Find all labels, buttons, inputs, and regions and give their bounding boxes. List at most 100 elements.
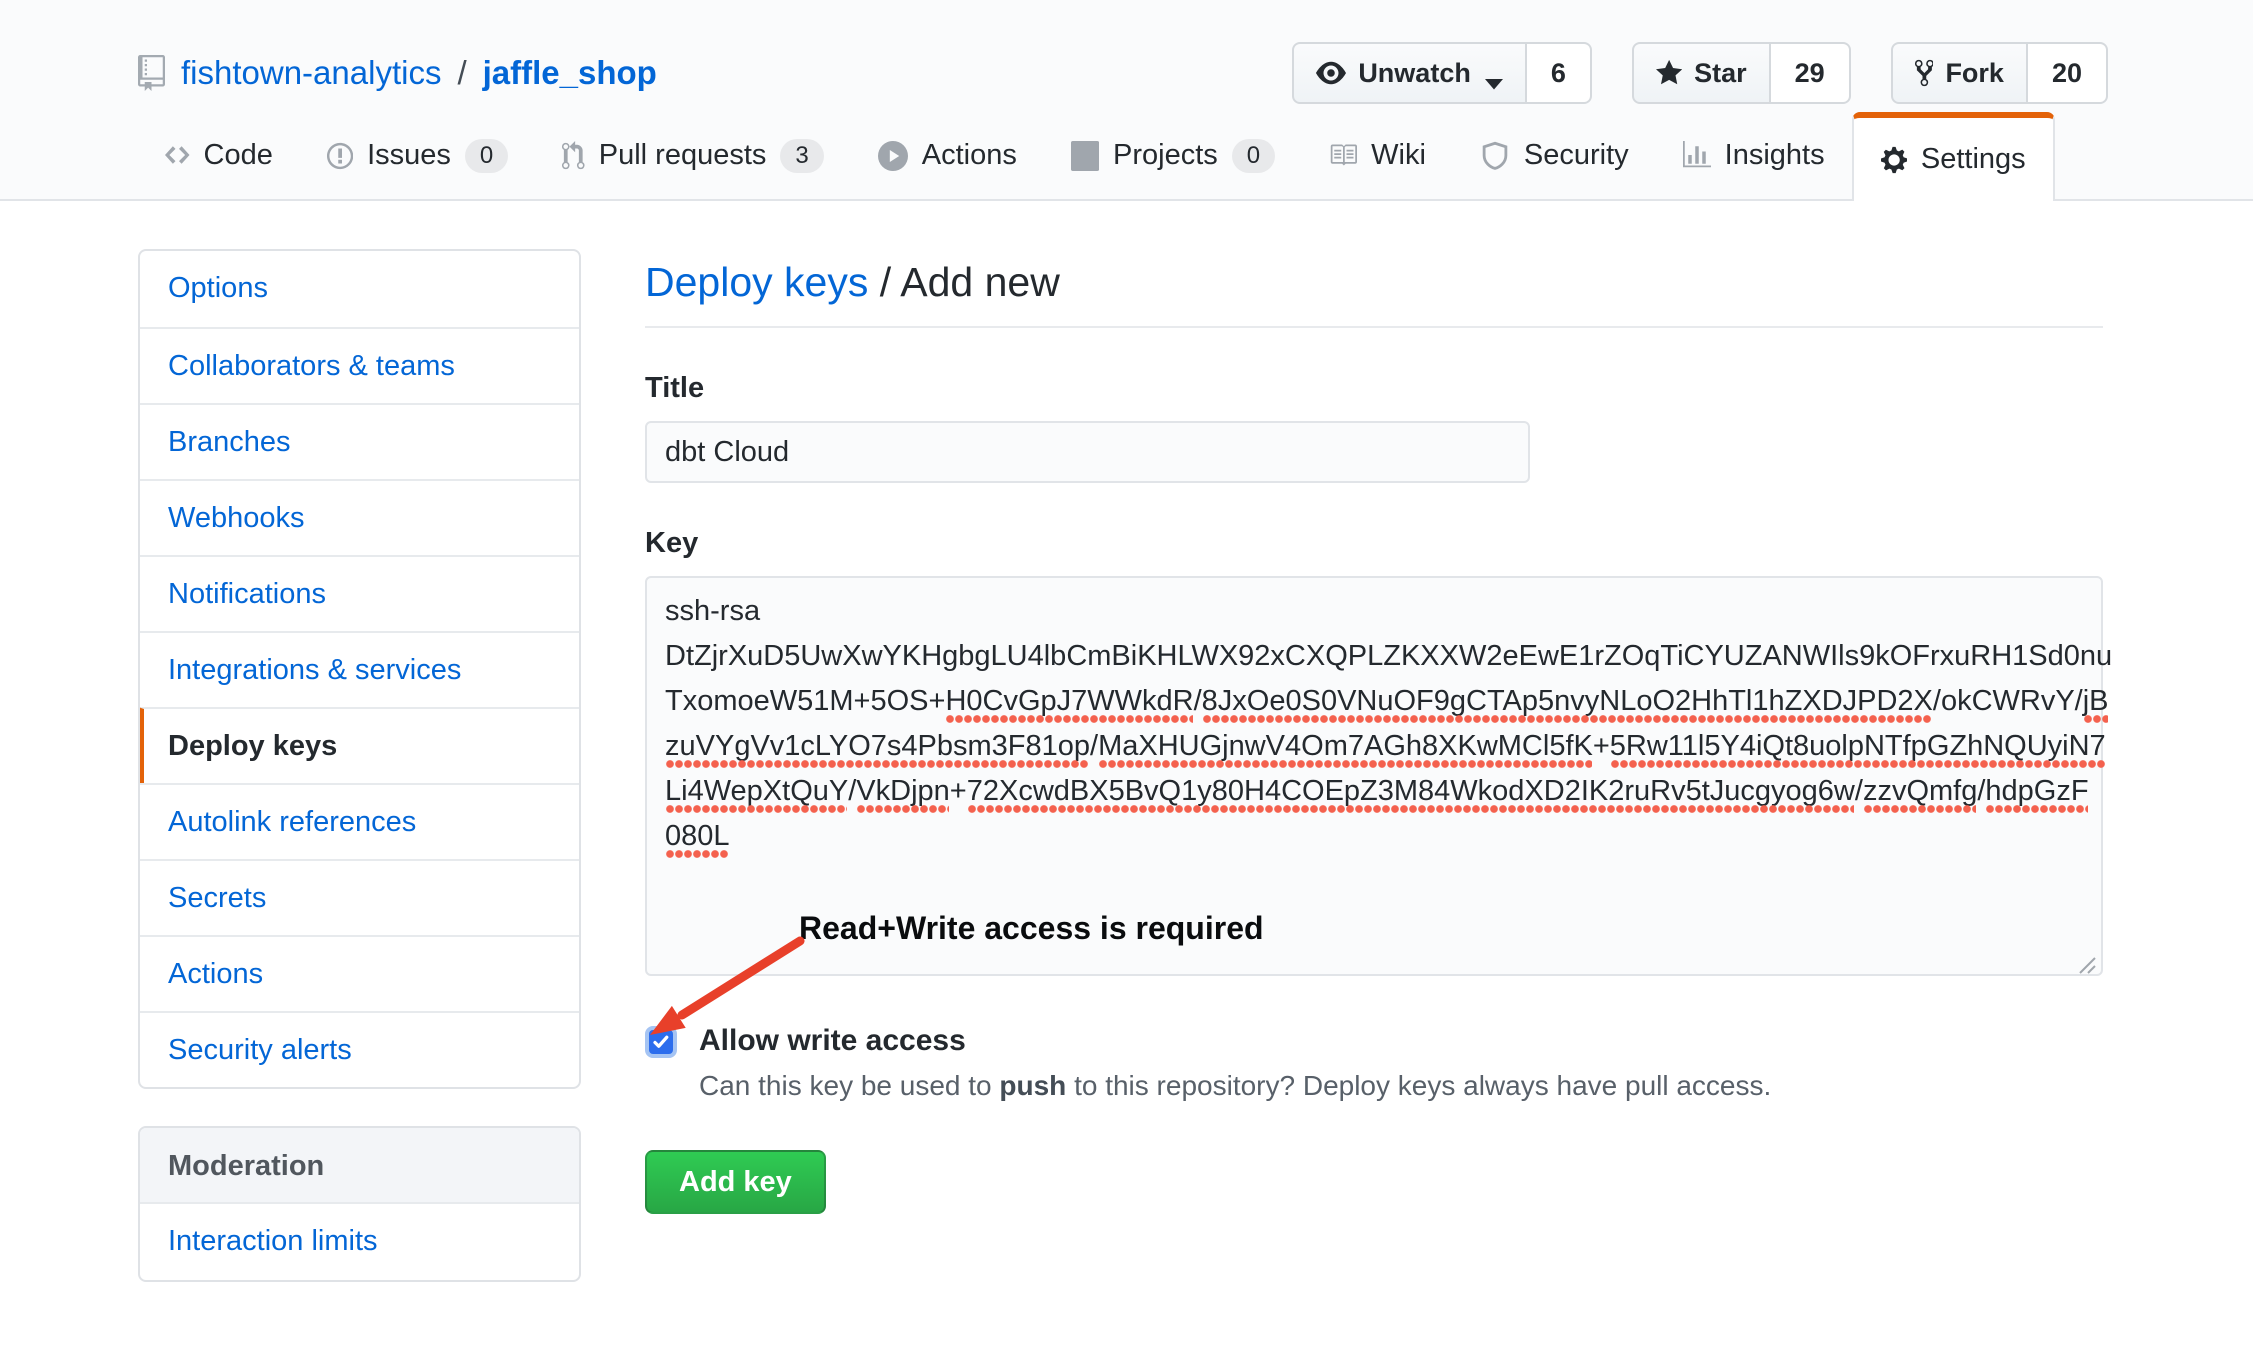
sidebar-item-branches[interactable]: Branches: [140, 403, 579, 479]
sidebar-item-notifications[interactable]: Notifications: [140, 555, 579, 631]
repo-header: fishtown-analytics / jaffle_shop Unwatch…: [0, 0, 2253, 201]
deploy-keys-breadcrumb-link[interactable]: Deploy keys: [645, 259, 868, 305]
spellcheck-underline: zuVYgVv1cLYO7s4Pbsm3F81op: [665, 730, 1090, 762]
add-key-button[interactable]: Add key: [645, 1150, 826, 1214]
project-icon: [1071, 141, 1099, 171]
star-button[interactable]: Star: [1632, 42, 1771, 104]
watch-button[interactable]: Unwatch: [1292, 42, 1527, 104]
watch-count[interactable]: 6: [1527, 42, 1592, 104]
spellcheck-underline: VkDjpn: [856, 775, 950, 807]
spellcheck-underline: MaXHUGjnwV4Om7AGh8XKwMCl5fK: [1098, 730, 1593, 762]
key-text: ssh-rsaDtZjrXuD5UwXwYKHgbgLU4lbCmBiKHLWX…: [665, 589, 2083, 859]
tab-code[interactable]: Code: [138, 112, 300, 199]
sidebar-item-collaborators-teams[interactable]: Collaborators & teams: [140, 327, 579, 403]
tab-label: Code: [204, 139, 273, 172]
book-icon: [1329, 141, 1357, 171]
repo-title: fishtown-analytics / jaffle_shop: [138, 54, 657, 92]
allow-write-access-checkbox[interactable]: [645, 1026, 677, 1058]
spellcheck-underline: hdpGzF: [1985, 775, 2088, 807]
star-icon: [1656, 58, 1682, 88]
tab-issues[interactable]: Issues0: [300, 112, 535, 199]
tab-label: Projects: [1113, 139, 1218, 172]
tab-settings[interactable]: Settings: [1852, 112, 2055, 201]
tab-label: Pull requests: [599, 139, 767, 172]
tab-label: Security: [1524, 139, 1629, 172]
tab-projects[interactable]: Projects 0: [1044, 112, 1302, 199]
gear-icon: [1881, 145, 1907, 175]
key-text-line: DtZjrXuD5UwXwYKHgbgLU4lbCmBiKHLWX92xCXQP…: [665, 634, 2083, 679]
tab-insights[interactable]: Insights: [1656, 112, 1852, 199]
repo-book-icon: [138, 55, 165, 91]
git-pull-request-icon: [562, 141, 585, 171]
title-input[interactable]: [645, 421, 1530, 483]
fork-count[interactable]: 20: [2028, 42, 2108, 104]
tab-count-badge: 3: [780, 139, 823, 173]
repo-name-link[interactable]: jaffle_shop: [483, 54, 657, 92]
sidebar-item-options[interactable]: Options: [140, 251, 579, 327]
title-label: Title: [645, 372, 2103, 405]
moderation-heading: Moderation: [140, 1128, 579, 1204]
tab-actions[interactable]: Actions: [851, 112, 1044, 199]
watch-button-label: Unwatch: [1358, 58, 1471, 89]
repo-nav-tabs: CodeIssues0Pull requests3ActionsProjects…: [138, 112, 2108, 199]
eye-icon: [1316, 58, 1346, 88]
key-text-line: zuVYgVv1cLYO7s4Pbsm3F81op/MaXHUGjnwV4Om7…: [665, 724, 2083, 769]
star-count[interactable]: 29: [1771, 42, 1851, 104]
key-text-line: TxomoeW51M+5OS+H0CvGpJ7WWkdR/8JxOe0S0VNu…: [665, 679, 2083, 724]
sidebar-item-webhooks[interactable]: Webhooks: [140, 479, 579, 555]
breadcrumb-current: Add new: [900, 259, 1060, 305]
deploy-keys-form: Deploy keys / Add new Title Key ssh-rsaD…: [645, 249, 2103, 1282]
fork-button[interactable]: Fork: [1891, 42, 2028, 104]
breadcrumb-separator: /: [868, 259, 900, 305]
star-button-label: Star: [1694, 58, 1747, 89]
key-text-line: ssh-rsa: [665, 589, 2083, 634]
shield-icon: [1480, 141, 1510, 171]
sidebar-item-deploy-keys[interactable]: Deploy keys: [138, 707, 579, 783]
spellcheck-underline: zzvQmfg: [1863, 775, 1977, 807]
spellcheck-underline: 5Rw11l5Y4iQt8uolpNTfpGZhNQUyiN7: [1610, 730, 2106, 762]
sidebar-item-actions[interactable]: Actions: [140, 935, 579, 1011]
spellcheck-underline: jB: [2083, 685, 2109, 717]
fork-button-label: Fork: [1945, 58, 2004, 89]
fork-button-group: Fork 20: [1891, 42, 2108, 104]
check-icon: [651, 1032, 671, 1052]
key-label: Key: [645, 527, 2103, 560]
read-write-annotation: Read+Write access is required: [799, 906, 1264, 951]
repo-path-separator: /: [457, 54, 466, 92]
sidebar-item-autolink-references[interactable]: Autolink references: [140, 783, 579, 859]
tab-label: Wiki: [1371, 139, 1426, 172]
settings-content: OptionsCollaborators & teamsBranchesWebh…: [138, 201, 2108, 1282]
sidebar-item-interaction-limits[interactable]: Interaction limits: [140, 1204, 579, 1280]
settings-menu: OptionsCollaborators & teamsBranchesWebh…: [138, 249, 581, 1089]
play-icon: [878, 141, 908, 171]
sidebar-item-integrations-services[interactable]: Integrations & services: [140, 631, 579, 707]
moderation-menu: Moderation Interaction limits: [138, 1126, 581, 1282]
star-button-group: Star 29: [1632, 42, 1851, 104]
settings-sidebar: OptionsCollaborators & teamsBranchesWebh…: [138, 249, 581, 1282]
textarea-resize-grip-icon[interactable]: [2073, 946, 2099, 972]
sidebar-item-security-alerts[interactable]: Security alerts: [140, 1011, 579, 1087]
tab-pull-requests[interactable]: Pull requests 3: [535, 112, 851, 199]
code-icon: [165, 141, 190, 171]
tab-label: Settings: [1921, 143, 2026, 176]
spellcheck-underline: 72XcwdBX5BvQ1y80H4COEpZ3M84WkodXD2IK2ruR…: [967, 775, 1855, 807]
allow-write-access-row: Allow write access Can this key be used …: [645, 1020, 2103, 1102]
tab-count-badge: 0: [465, 139, 508, 173]
fork-icon: [1915, 58, 1934, 88]
key-textarea[interactable]: ssh-rsaDtZjrXuD5UwXwYKHgbgLU4lbCmBiKHLWX…: [645, 576, 2103, 976]
tab-count-badge: 0: [1232, 139, 1275, 173]
repo-owner-link[interactable]: fishtown-analytics: [181, 54, 441, 92]
page-title: Deploy keys / Add new: [645, 259, 2103, 328]
spellcheck-underline: 8JxOe0S0VNuOF9gCTAp5nvyNLoO2HhTl1hZXDJPD…: [1202, 685, 1933, 717]
caret-down-icon: [1485, 67, 1503, 79]
sidebar-item-secrets[interactable]: Secrets: [140, 859, 579, 935]
tab-wiki[interactable]: Wiki: [1302, 112, 1453, 199]
tab-label: Insights: [1725, 139, 1825, 172]
key-text-line: Li4WepXtQuY/VkDjpn+72XcwdBX5BvQ1y80H4COE…: [665, 769, 2083, 814]
allow-write-access-label: Allow write access: [699, 1020, 1771, 1058]
spellcheck-underline: 080L: [665, 820, 730, 852]
tab-security[interactable]: Security: [1453, 112, 1656, 199]
watch-button-group: Unwatch 6: [1292, 42, 1592, 104]
key-text-line: 080L: [665, 814, 2083, 859]
allow-write-access-description: Can this key be used to push to this rep…: [699, 1070, 1771, 1102]
